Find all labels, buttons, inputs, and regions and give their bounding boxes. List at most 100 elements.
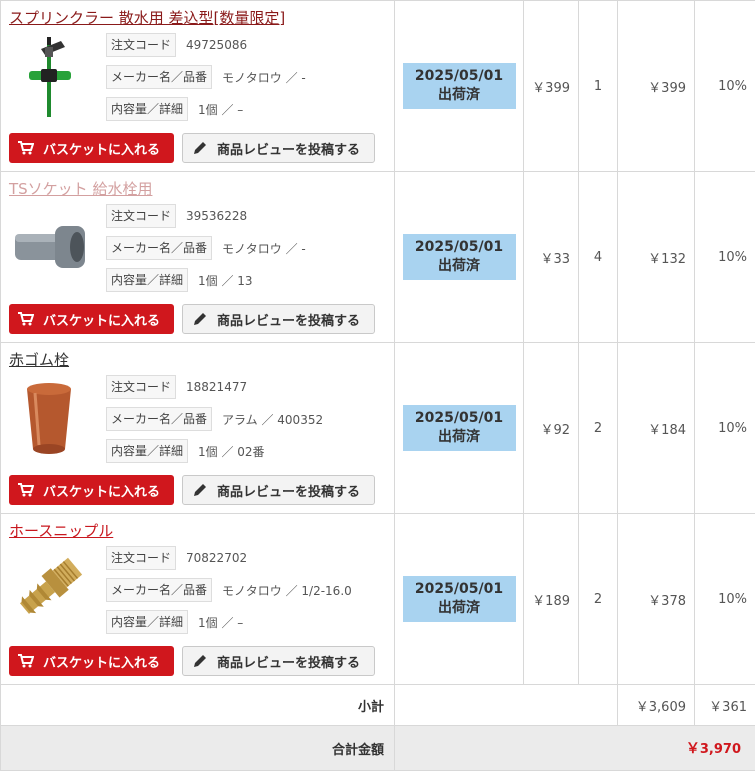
order-code-label: 注文コード	[106, 33, 177, 57]
unit-price: ￥189	[523, 513, 579, 685]
maker-value: モノタロウ ／ -	[222, 241, 306, 256]
product-cell: TSソケット 給水栓用 注文コード 39536228 メーカー名／品番 モノタロウ …	[0, 171, 395, 343]
unit-price: ￥399	[523, 0, 579, 172]
content-value: 1個 ／ –	[198, 615, 244, 630]
tax-rate: 10%	[694, 0, 755, 172]
shipping-status-badge: 2025/05/01 出荷済	[402, 576, 516, 622]
subtotal-value: ￥3,609	[617, 684, 695, 726]
status-date: 2025/05/01	[414, 581, 504, 597]
total-label: 合計金額	[0, 725, 395, 771]
review-button-label: 商品レビューを投稿する	[217, 313, 361, 329]
order-code-label: 注文コード	[106, 375, 177, 399]
review-button-label: 商品レビューを投稿する	[217, 142, 361, 158]
status-text: 出荷済	[438, 87, 480, 103]
pencil-icon	[183, 653, 217, 669]
total-currency: ￥	[685, 741, 700, 757]
status-date: 2025/05/01	[414, 410, 504, 426]
product-meta: 注文コード 49725086 メーカー名／品番 モノタロウ ／ - 内容量／詳細 1個…	[106, 33, 306, 129]
add-to-basket-button[interactable]: バスケットに入れる	[9, 304, 174, 334]
unit-price: ￥92	[523, 342, 579, 514]
total-amount: ￥3,970	[394, 725, 755, 771]
product-image-sprinkler[interactable]	[11, 33, 87, 117]
maker-label: メーカー名／品番	[106, 407, 213, 431]
order-item-row: TSソケット 給水栓用 注文コード 39536228 メーカー名／品番 モノタロウ …	[0, 171, 755, 343]
pencil-icon	[183, 482, 217, 498]
maker-label: メーカー名／品番	[106, 65, 213, 89]
product-title-link[interactable]: ホースニップル	[9, 520, 113, 541]
write-review-button[interactable]: 商品レビューを投稿する	[182, 475, 375, 505]
product-image-pipe-socket[interactable]	[11, 204, 87, 288]
product-title-link[interactable]: 赤ゴム栓	[9, 349, 69, 370]
maker-label: メーカー名／品番	[106, 236, 213, 260]
write-review-button[interactable]: 商品レビューを投稿する	[182, 304, 375, 334]
maker-label: メーカー名／品番	[106, 578, 213, 602]
total-row: 合計金額 ￥3,970	[0, 725, 755, 771]
product-meta: 注文コード 70822702 メーカー名／品番 モノタロウ ／ 1/2-16.0 内…	[106, 546, 352, 642]
shipping-status-badge: 2025/05/01 出荷済	[402, 63, 516, 109]
status-text: 出荷済	[438, 429, 480, 445]
write-review-button[interactable]: 商品レビューを投稿する	[182, 646, 375, 676]
review-button-label: 商品レビューを投稿する	[217, 655, 361, 671]
line-subtotal: ￥378	[617, 513, 695, 685]
unit-price: ￥33	[523, 171, 579, 343]
add-to-basket-button[interactable]: バスケットに入れる	[9, 646, 174, 676]
status-cell: 2025/05/01 出荷済	[394, 171, 524, 343]
cart-icon	[9, 141, 43, 155]
total-value: 3,970	[699, 742, 741, 757]
status-text: 出荷済	[438, 258, 480, 274]
maker-value: アラム ／ 400352	[222, 412, 324, 427]
cart-icon	[9, 483, 43, 497]
quantity: 2	[578, 342, 618, 514]
pencil-icon	[183, 140, 217, 156]
basket-button-label: バスケットに入れる	[43, 655, 161, 671]
cart-icon	[9, 312, 43, 326]
shipping-status-badge: 2025/05/01 出荷済	[402, 234, 516, 280]
maker-value: モノタロウ ／ 1/2-16.0	[222, 583, 352, 598]
content-label: 内容量／詳細	[106, 439, 189, 463]
status-cell: 2025/05/01 出荷済	[394, 342, 524, 514]
add-to-basket-button[interactable]: バスケットに入れる	[9, 475, 174, 505]
quantity: 2	[578, 513, 618, 685]
product-image-rubber-stopper[interactable]	[11, 375, 87, 459]
write-review-button[interactable]: 商品レビューを投稿する	[182, 133, 375, 163]
basket-button-label: バスケットに入れる	[43, 313, 161, 329]
order-code-value: 70822702	[186, 551, 248, 565]
status-text: 出荷済	[438, 600, 480, 616]
status-cell: 2025/05/01 出荷済	[394, 0, 524, 172]
quantity: 1	[578, 0, 618, 172]
line-subtotal: ￥184	[617, 342, 695, 514]
status-date: 2025/05/01	[414, 239, 504, 255]
pencil-icon	[183, 311, 217, 327]
add-to-basket-button[interactable]: バスケットに入れる	[9, 133, 174, 163]
subtotal-label: 小計	[0, 684, 395, 726]
line-subtotal: ￥399	[617, 0, 695, 172]
order-code-label: 注文コード	[106, 204, 177, 228]
content-label: 内容量／詳細	[106, 268, 189, 292]
order-item-row: ホースニップル 注文コード 70822702 メーカー名／品番 モノタロウ ／ 1/…	[0, 513, 755, 685]
order-code-value: 18821477	[186, 380, 248, 394]
order-code-value: 49725086	[186, 38, 248, 52]
product-meta: 注文コード 18821477 メーカー名／品番 アラム ／ 400352 内容量／詳…	[106, 375, 323, 471]
subtotal-row: 小計 ￥3,609 ￥361	[0, 684, 755, 726]
tax-rate: 10%	[694, 513, 755, 685]
product-image-hose-nipple[interactable]	[11, 546, 87, 630]
basket-button-label: バスケットに入れる	[43, 142, 161, 158]
product-cell: ホースニップル 注文コード 70822702 メーカー名／品番 モノタロウ ／ 1/…	[0, 513, 395, 685]
order-code-value: 39536228	[186, 209, 248, 223]
status-date: 2025/05/01	[414, 68, 504, 84]
product-cell: 赤ゴム栓 注文コード 18821477 メーカー名／品番 アラム ／ 400352 …	[0, 342, 395, 514]
product-title-link[interactable]: スプリンクラー 散水用 差込型[数量限定]	[9, 7, 285, 28]
review-button-label: 商品レビューを投稿する	[217, 484, 361, 500]
maker-value: モノタロウ ／ -	[222, 70, 306, 85]
tax-rate: 10%	[694, 342, 755, 514]
order-item-row: 赤ゴム栓 注文コード 18821477 メーカー名／品番 アラム ／ 400352 …	[0, 342, 755, 514]
content-label: 内容量／詳細	[106, 97, 189, 121]
order-code-label: 注文コード	[106, 546, 177, 570]
content-value: 1個 ／ 13	[198, 273, 253, 288]
product-meta: 注文コード 39536228 メーカー名／品番 モノタロウ ／ - 内容量／詳細 1個…	[106, 204, 306, 300]
tax-value: ￥361	[694, 684, 755, 726]
content-value: 1個 ／ –	[198, 102, 244, 117]
quantity: 4	[578, 171, 618, 343]
product-title-link[interactable]: TSソケット 給水栓用	[9, 178, 152, 199]
shipping-status-badge: 2025/05/01 出荷済	[402, 405, 516, 451]
